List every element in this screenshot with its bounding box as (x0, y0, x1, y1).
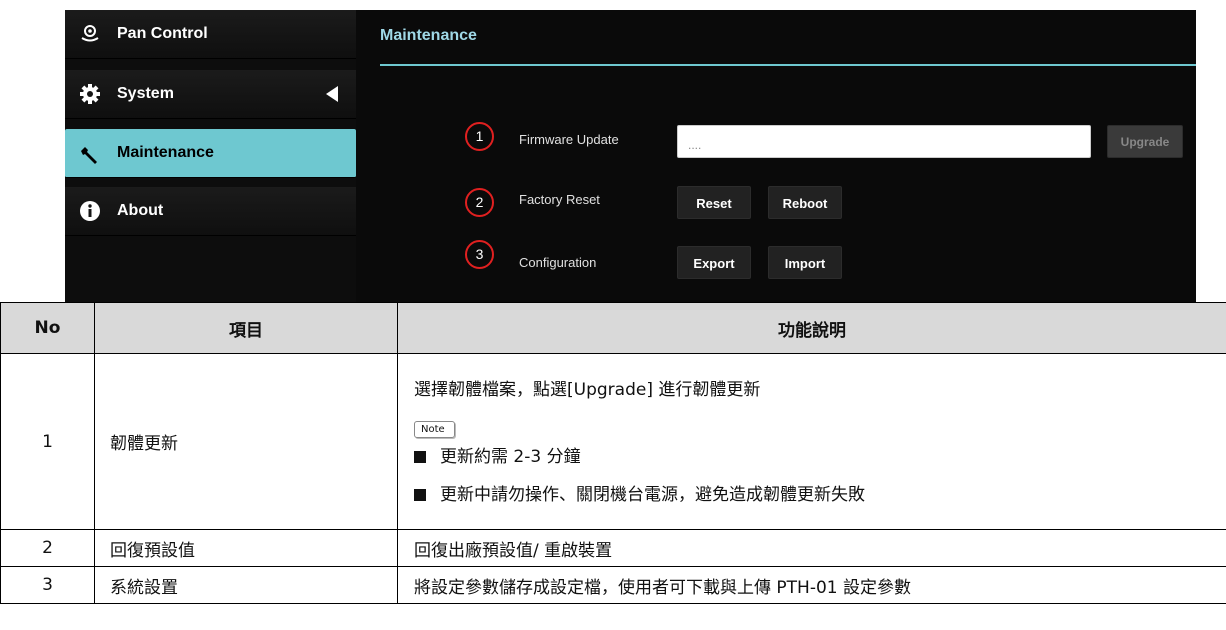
table-row: 2 回復預設值 回復出廠預設值/ 重啟裝置 (0, 529, 1226, 567)
row-item: 韌體更新 (94, 353, 398, 530)
bullet-square-icon (414, 451, 426, 463)
row-no: 1 (0, 353, 95, 530)
sidebar-item-label: Pan Control (117, 25, 208, 42)
firmware-update-label: Firmware Update (519, 132, 619, 147)
header-no: No (0, 302, 95, 354)
function-table: No 項目 功能說明 1 韌體更新 選擇韌體檔案，點選[Upgrade] 進行韌… (0, 302, 1226, 604)
header-item: 項目 (94, 302, 398, 354)
main-panel: Maintenance 1 Firmware Update .... Upgra… (380, 10, 1196, 302)
sidebar-item-system[interactable]: System (65, 70, 356, 119)
maintenance-screenshot: Pan Control System Maintenance About Mai… (65, 10, 1196, 302)
factory-reset-label: Factory Reset (519, 192, 600, 207)
step-badge-2: 2 (465, 188, 494, 217)
desc-text: 選擇韌體檔案，點選[Upgrade] 進行韌體更新 (414, 380, 761, 400)
reboot-button[interactable]: Reboot (768, 186, 842, 219)
sidebar-item-maintenance[interactable]: Maintenance (65, 129, 356, 178)
collapse-arrow-icon[interactable] (326, 86, 338, 102)
sidebar: Pan Control System Maintenance About (65, 10, 356, 302)
step-badge-3: 3 (465, 240, 494, 269)
bullet-square-icon (414, 489, 426, 501)
table-row: 1 韌體更新 選擇韌體檔案，點選[Upgrade] 進行韌體更新 Note 更新… (0, 353, 1226, 530)
import-button[interactable]: Import (768, 246, 842, 279)
upgrade-button[interactable]: Upgrade (1107, 125, 1183, 158)
sidebar-item-about[interactable]: About (65, 187, 356, 236)
step-badge-1: 1 (465, 122, 494, 151)
row-desc: 將設定參數儲存成設定檔，使用者可下載與上傳 PTH-01 設定參數 (397, 566, 1226, 604)
row-no: 3 (0, 566, 95, 604)
row-no: 2 (0, 529, 95, 567)
wrench-icon (81, 147, 97, 164)
firmware-file-input[interactable]: .... (677, 125, 1091, 158)
bullet-item: 更新約需 2-3 分鐘 (414, 447, 1226, 467)
info-icon (80, 201, 100, 221)
title-divider (380, 64, 1196, 66)
sidebar-item-label: About (117, 202, 164, 219)
camera-icon (81, 25, 99, 42)
sidebar-item-label: System (117, 85, 174, 102)
row-desc: 回復出廠預設值/ 重啟裝置 (397, 529, 1226, 567)
note-tag: Note (414, 421, 455, 438)
bullet-item: 更新中請勿操作、關閉機台電源，避免造成韌體更新失敗 (414, 485, 1226, 505)
page-title: Maintenance (380, 27, 477, 44)
header-desc: 功能說明 (397, 302, 1226, 354)
sidebar-item-label: Maintenance (117, 144, 214, 161)
table-header-row: No 項目 功能說明 (0, 302, 1226, 354)
export-button[interactable]: Export (677, 246, 751, 279)
gear-icon (80, 84, 100, 104)
row-desc: 選擇韌體檔案，點選[Upgrade] 進行韌體更新 Note 更新約需 2-3 … (397, 353, 1226, 530)
row-item: 回復預設值 (94, 529, 398, 567)
row-item: 系統設置 (94, 566, 398, 604)
table-row: 3 系統設置 將設定參數儲存成設定檔，使用者可下載與上傳 PTH-01 設定參數 (0, 566, 1226, 604)
reset-button[interactable]: Reset (677, 186, 751, 219)
configuration-label: Configuration (519, 255, 597, 270)
sidebar-item-pan-control[interactable]: Pan Control (65, 10, 356, 59)
